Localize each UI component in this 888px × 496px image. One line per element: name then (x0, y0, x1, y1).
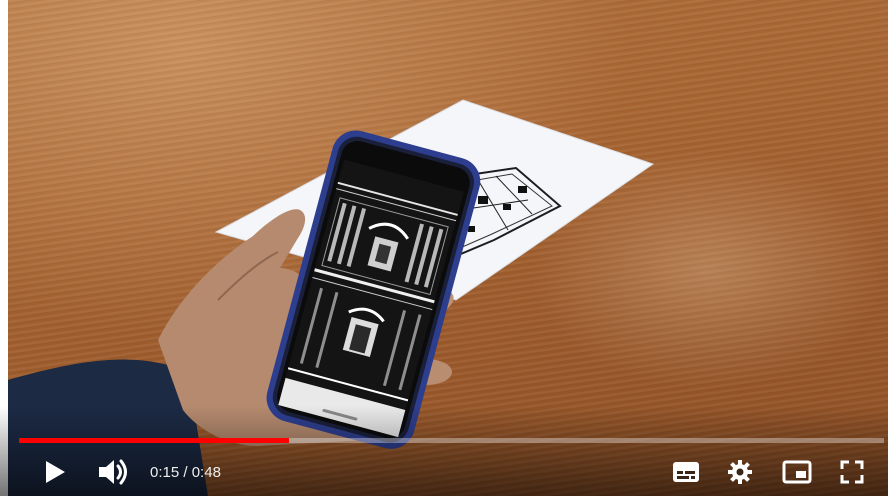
volume-button[interactable] (92, 452, 136, 492)
subtitles-button[interactable] (666, 452, 706, 492)
volume-icon (99, 459, 127, 485)
miniplayer-icon (782, 460, 812, 484)
duration: 0:48 (191, 463, 221, 481)
video-player[interactable]: 0:15 / 0:48 (0, 0, 888, 496)
current-time: 0:15 (150, 463, 180, 481)
play-icon (46, 461, 65, 483)
progress-played (19, 438, 290, 443)
fullscreen-icon (840, 460, 864, 484)
play-button[interactable] (34, 452, 74, 492)
time-separator: / (179, 463, 192, 481)
smartphone (266, 130, 481, 449)
miniplayer-button[interactable] (777, 452, 817, 492)
settings-button[interactable] (720, 452, 760, 492)
player-controls: 0:15 / 0:48 (0, 452, 888, 492)
progress-bar[interactable] (19, 438, 884, 443)
time-display: 0:15 / 0:48 (150, 452, 221, 492)
fullscreen-button[interactable] (832, 452, 872, 492)
subtitles-icon (673, 462, 699, 482)
settings-icon (728, 460, 752, 484)
